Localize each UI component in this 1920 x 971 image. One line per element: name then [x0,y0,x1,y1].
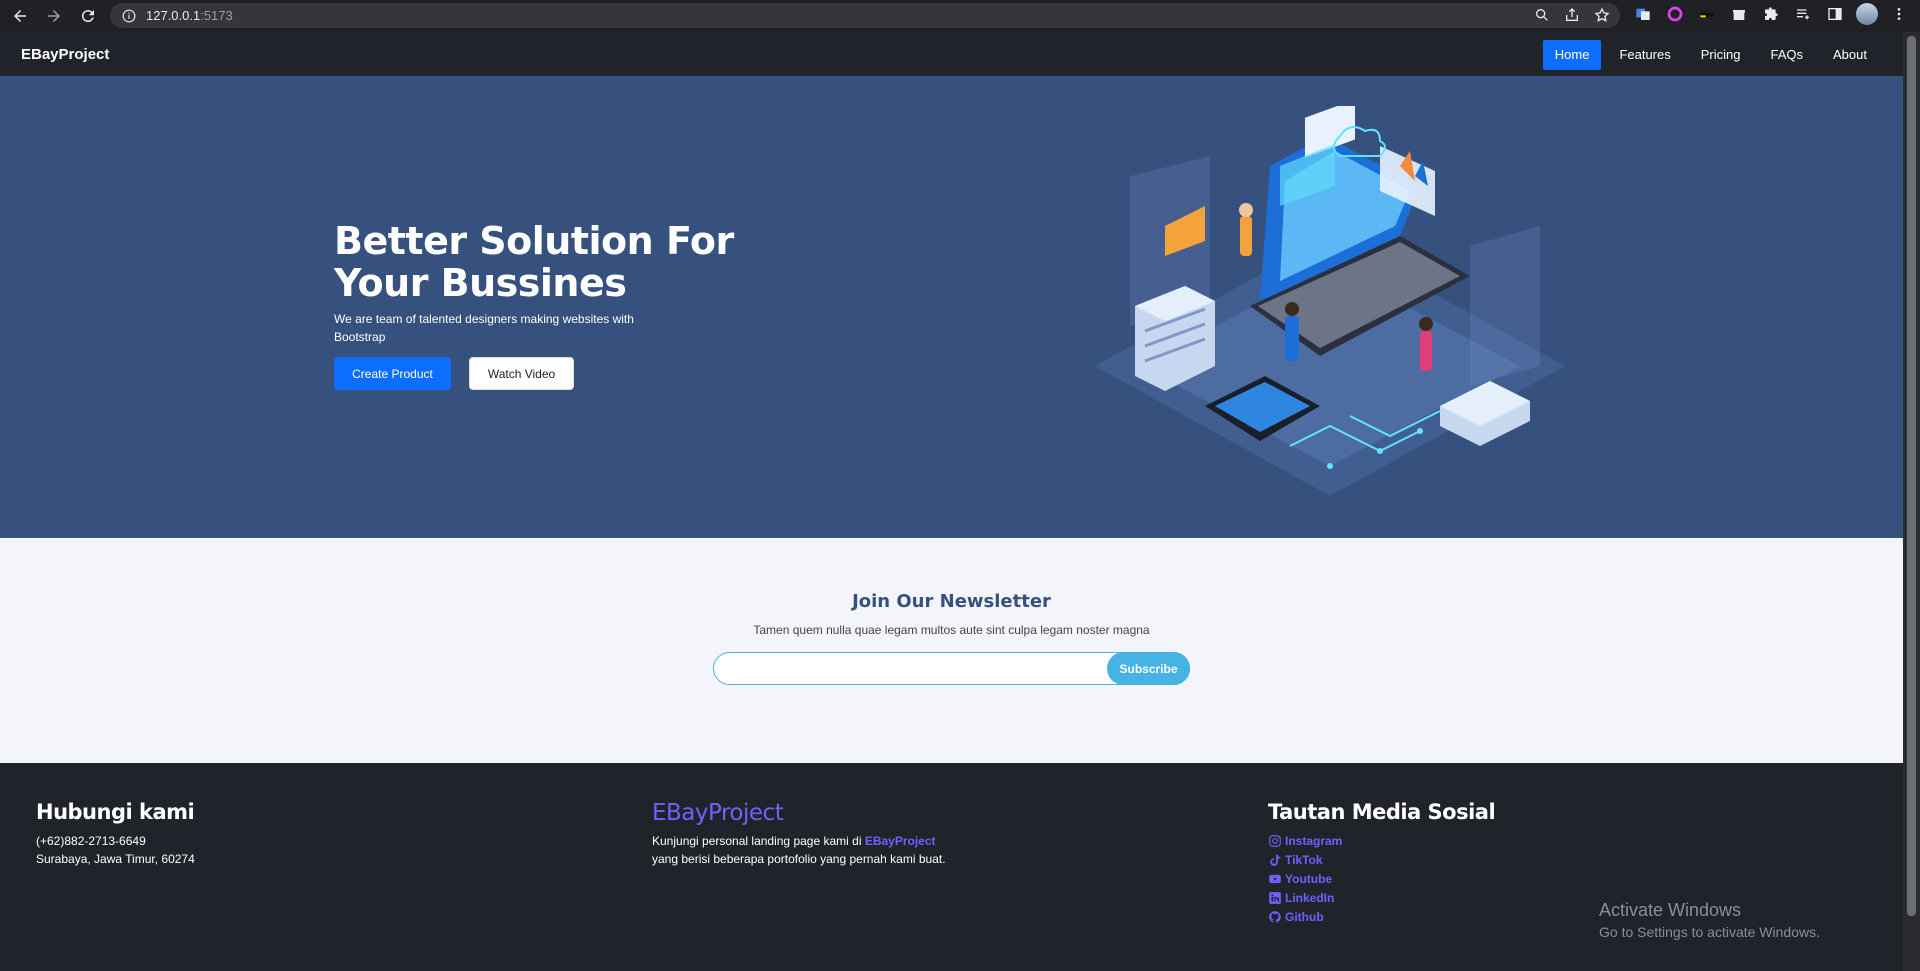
contact-address: Surabaya, Jawa Timur, 60274 [36,852,195,866]
color-wheel-icon [1667,6,1683,22]
newsletter-section: Join Our Newsletter Tamen quem nulla qua… [0,538,1903,763]
hero-section: Better Solution For Your Bussines We are… [0,76,1903,538]
forward-button[interactable] [40,2,68,30]
nav-link-faqs[interactable]: FAQs [1759,40,1816,70]
translate-extension[interactable] [1632,3,1654,25]
share-icon[interactable] [1564,7,1580,23]
navbar-brand[interactable]: EBayProject [21,46,109,63]
footer-contact: Hubungi kami (+62)882-2713-6649 Surabaya… [36,800,195,868]
footer-about-text: Kunjungi personal landing page kami di E… [652,832,946,850]
newsletter-subtitle: Tamen quem nulla quae legam multos aute … [753,623,1150,637]
contact-phone: (+62)882-2713-6649 [36,834,146,848]
extensions-button[interactable] [1760,3,1782,25]
nav-link-pricing[interactable]: Pricing [1689,40,1753,70]
watermark-line1: Activate Windows [1599,900,1742,920]
color-extension[interactable] [1664,3,1686,25]
zoom-icon[interactable] [1534,7,1550,23]
site-navbar: EBayProject Home Features Pricing FAQs A… [0,32,1903,76]
linkedin-link[interactable]: LinkedIn [1285,891,1334,905]
hero-title: Better Solution For Your Bussines [334,219,734,305]
social-title: Tautan Media Sosial [1268,800,1496,824]
gift-extension[interactable] [1728,3,1750,25]
about-text-before: Kunjungi personal landing page kami di [652,834,865,848]
hero-subtitle: We are team of talented designers making… [334,312,634,344]
nav-link-features[interactable]: Features [1607,40,1682,70]
tiktok-icon [1270,854,1281,866]
newsletter-email-input[interactable] [728,653,1098,684]
watch-video-button[interactable]: Watch Video [469,357,574,390]
watermark-line2: Go to Settings to activate Windows. [1599,924,1820,940]
nav-link-about[interactable]: About [1821,40,1879,70]
instagram-link[interactable]: Instagram [1285,834,1342,848]
reload-icon [81,10,94,23]
youtube-link[interactable]: Youtube [1285,872,1332,886]
footer-social: Tautan Media Sosial Instagram TikTok You… [1268,800,1496,926]
menu-button[interactable] [1888,3,1910,25]
tiktok-link[interactable]: TikTok [1285,853,1323,867]
newsletter-title: Join Our Newsletter [852,591,1051,612]
extensions-area [1632,3,1920,25]
social-github[interactable]: Github [1268,907,1495,926]
footer-brand: EBayProject [652,800,784,826]
github-icon [1269,910,1281,923]
social-links: Instagram TikTok Youtube LinkedIn Github [1268,831,1495,926]
contact-title: Hubungi kami [36,800,195,824]
moon-extension-icon [1700,12,1714,18]
about-link[interactable]: EBayProject [865,834,936,848]
browser-toolbar: 127.0.0.1:5173 [0,0,1920,32]
avatar [1856,3,1878,25]
reading-list-button[interactable] [1792,3,1814,25]
nav-link-home[interactable]: Home [1542,40,1602,70]
social-youtube[interactable]: Youtube [1268,869,1495,888]
side-panel-button[interactable] [1824,3,1846,25]
dark-extension[interactable] [1696,3,1718,25]
youtube-icon [1269,874,1281,883]
arrow-left-icon [14,10,26,22]
page-scrollbar[interactable] [1903,32,1920,971]
list-icon [1797,9,1809,20]
profile-button[interactable] [1856,3,1878,25]
subscribe-button[interactable]: Subscribe [1107,652,1190,685]
scrollbar-thumb[interactable] [1907,36,1916,916]
social-tiktok[interactable]: TikTok [1268,850,1495,869]
footer-about: EBayProject Kunjungi personal landing pa… [652,800,946,868]
social-instagram[interactable]: Instagram [1268,831,1495,850]
side-panel-icon [1828,8,1842,20]
windows-activation-watermark: Activate Windows Go to Settings to activ… [1599,900,1820,940]
hero-illustration [1095,106,1565,496]
social-linkedin[interactable]: LinkedIn [1268,888,1495,907]
info-icon [122,9,136,22]
translate-icon [1636,8,1650,20]
address-bar[interactable]: 127.0.0.1:5173 [110,3,1620,28]
newsletter-form: Subscribe [713,652,1190,685]
create-product-button[interactable]: Create Product [334,357,451,390]
linkedin-icon [1269,891,1281,904]
url-text: 127.0.0.1:5173 [146,8,233,23]
gift-icon [1733,10,1745,20]
github-link[interactable]: Github [1285,910,1324,924]
puzzle-icon [1765,7,1778,20]
instagram-icon [1269,834,1281,847]
reload-button[interactable] [74,2,102,30]
about-text-after: yang berisi beberapa portofolio yang per… [652,852,946,866]
arrow-right-icon [48,10,60,22]
kebab-menu-icon [1897,8,1901,20]
bookmark-star-icon[interactable] [1594,7,1610,23]
back-button[interactable] [6,2,34,30]
nav-links: Home Features Pricing FAQs About [1542,40,1879,70]
